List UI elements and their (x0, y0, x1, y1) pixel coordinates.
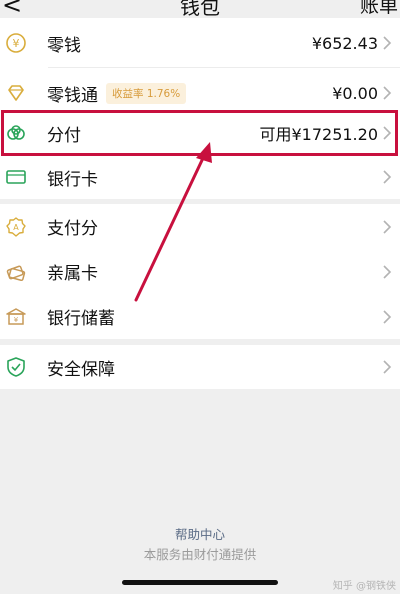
savings-row[interactable]: ¥ 银行储蓄 (0, 294, 400, 339)
family-card-icon (5, 261, 27, 283)
change-label: 零钱 (47, 35, 81, 56)
zhifufen-row[interactable]: A 支付分 (0, 204, 400, 249)
chevron-right-icon (382, 83, 396, 103)
family-card-row[interactable]: 亲属卡 (0, 249, 400, 294)
security-section: 安全保障 (0, 345, 400, 389)
savings-label: 银行储蓄 (47, 309, 115, 329)
diamond-icon (5, 82, 27, 104)
chevron-right-icon (382, 167, 396, 187)
svg-text:A: A (13, 223, 19, 232)
home-indicator (122, 580, 278, 585)
bank-icon: ¥ (5, 306, 27, 328)
lqt-balance: ¥0.00 (332, 83, 378, 103)
fenfu-row[interactable]: 分付 可用¥17251.20 (0, 111, 400, 155)
bank-card-row[interactable]: 银行卡 (0, 155, 400, 199)
chevron-right-icon (382, 357, 396, 377)
svg-text:¥: ¥ (14, 316, 19, 324)
services-section: A 支付分 亲属卡 ¥ 银行储蓄 (0, 204, 400, 339)
help-center-link[interactable]: 帮助中心 (0, 524, 400, 543)
shield-icon (5, 356, 27, 378)
change-balance: ¥652.43 (311, 33, 378, 53)
service-provider-note: 本服务由财付通提供 (143, 547, 257, 562)
card-icon (5, 166, 27, 188)
change-row[interactable]: ¥ 零钱 ¥652.43 (0, 18, 400, 68)
bank-card-label: 银行卡 (47, 169, 98, 190)
badge-icon: A (5, 216, 27, 238)
security-row[interactable]: 安全保障 (0, 345, 400, 389)
chevron-right-icon (382, 262, 396, 282)
chevron-right-icon (382, 217, 396, 237)
chevron-right-icon (382, 307, 396, 327)
zhifufen-label: 支付分 (47, 219, 98, 239)
security-label: 安全保障 (47, 359, 115, 380)
bill-button[interactable]: 账单 (360, 0, 398, 18)
cloud-icon (5, 122, 27, 144)
chevron-right-icon (382, 123, 396, 143)
svg-text:¥: ¥ (13, 37, 20, 50)
chevron-right-icon (382, 33, 396, 53)
lqt-label: 零钱通 (47, 85, 98, 106)
yield-badge: 收益率 1.76% (106, 82, 187, 104)
top-nav-bar: < 钱包 账单 (0, 0, 400, 18)
watermark: 知乎 @钢铁侠 (332, 581, 396, 592)
fenfu-label: 分付 (47, 125, 81, 146)
family-card-label: 亲属卡 (47, 264, 98, 284)
coin-icon: ¥ (5, 32, 27, 54)
fenfu-available: 可用¥17251.20 (259, 125, 378, 144)
wallet-section: ¥ 零钱 ¥652.43 零钱通 收益率 1.76% ¥0.00 (0, 18, 400, 118)
page-title: 钱包 (180, 0, 220, 18)
credit-section: 分付 可用¥17251.20 银行卡 (0, 111, 400, 199)
